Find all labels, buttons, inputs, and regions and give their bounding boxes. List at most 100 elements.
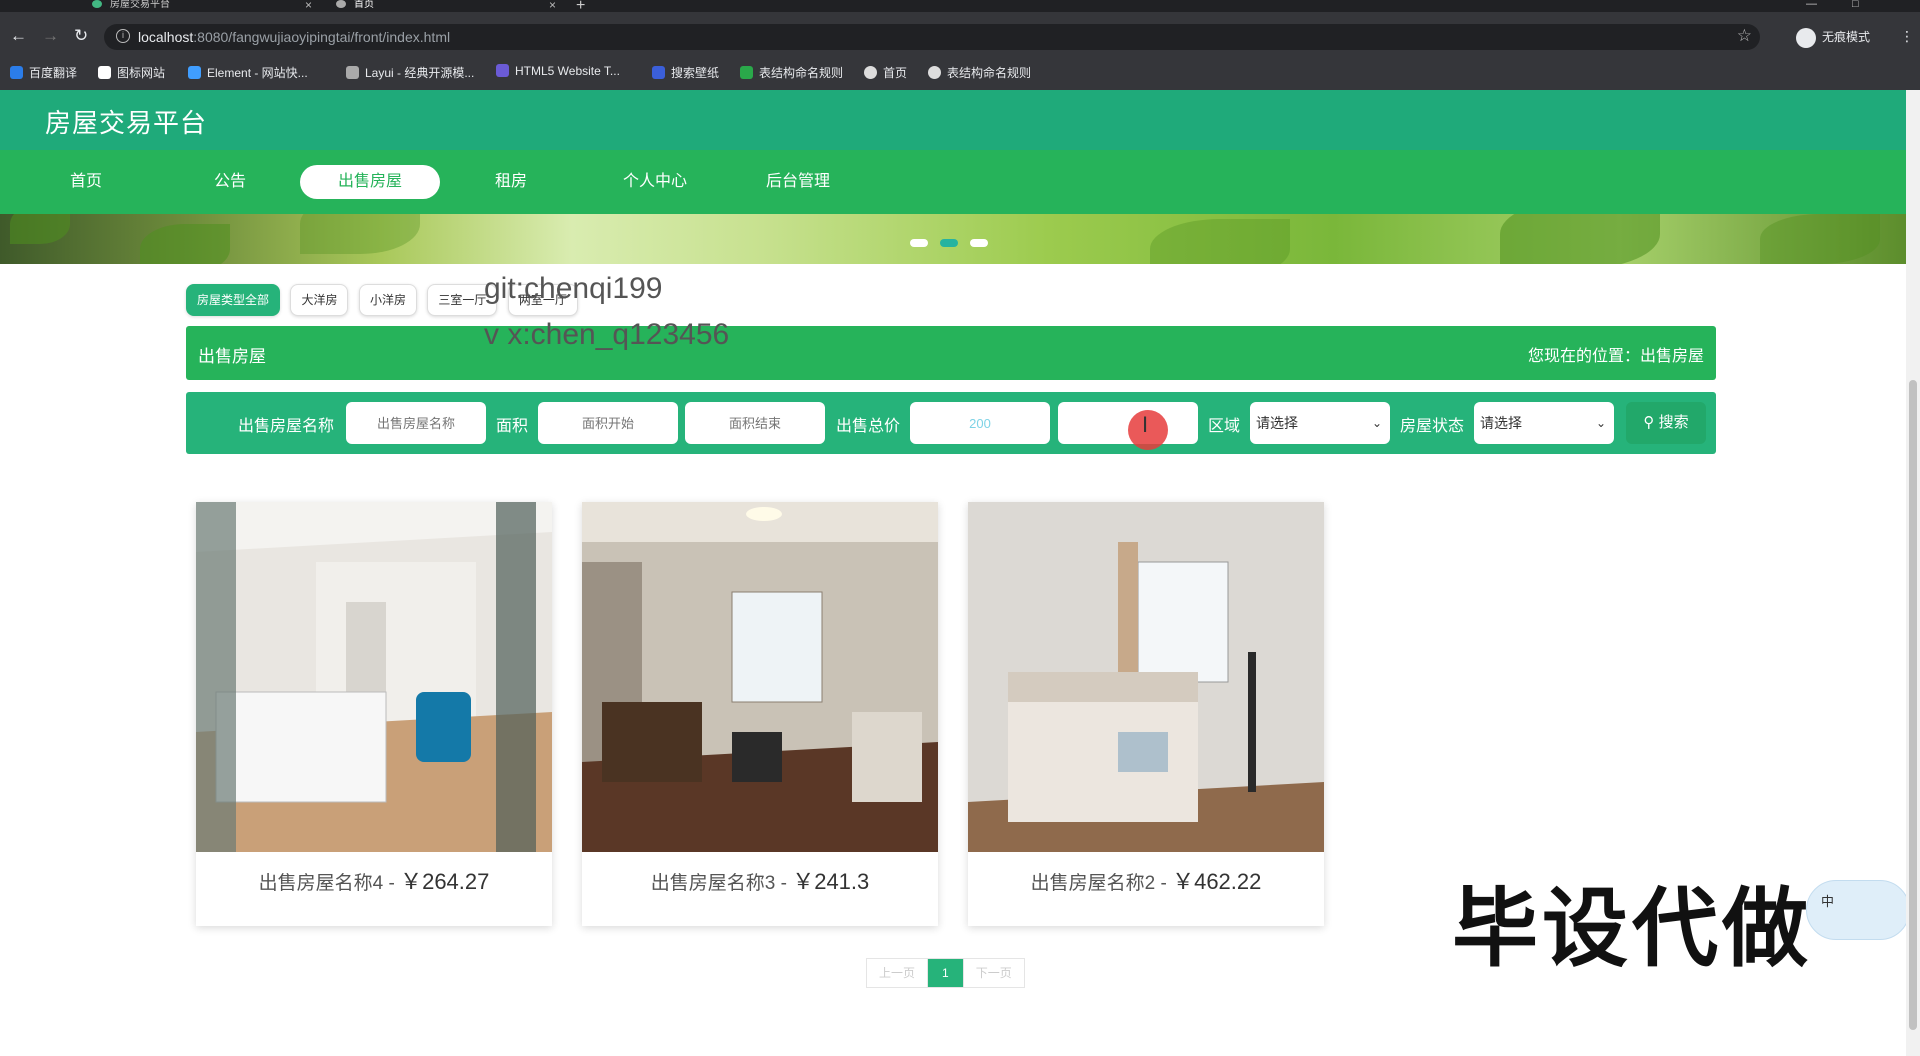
listing-card[interactable]: 出售房屋名称2 - ￥462.22 xyxy=(968,502,1324,926)
search-button[interactable]: ⚲ 搜索 xyxy=(1626,402,1706,444)
url-text[interactable]: localhost:8080/fangwujiaoyipingtai/front… xyxy=(138,29,450,45)
search-form: 出售房屋名称 面积 出售总价 区域 请选择 ⌄ 房屋状态 请选择 ⌄ ⚲ 搜索 xyxy=(186,392,1716,454)
type-item[interactable]: 大洋房 xyxy=(290,284,349,316)
status-label: 房屋状态 xyxy=(1400,418,1465,435)
reload-icon[interactable]: ↻ xyxy=(74,26,88,46)
site-logo[interactable]: 房屋交易平台 xyxy=(45,103,207,140)
bookmark-item[interactable]: 图标网站 xyxy=(98,64,165,81)
search-icon: ⚲ xyxy=(1643,414,1655,431)
listing-photo[interactable] xyxy=(582,502,938,852)
banner-leaf xyxy=(1500,214,1660,264)
wallpaper-icon xyxy=(652,66,665,79)
listing-caption[interactable]: 出售房屋名称2 - ￥462.22 xyxy=(968,864,1324,896)
banner-leaf xyxy=(140,224,230,264)
listing-caption[interactable]: 出售房屋名称3 - ￥241.3 xyxy=(582,864,938,896)
scrollbar-thumb[interactable] xyxy=(1909,380,1917,1030)
price-start-input[interactable] xyxy=(910,402,1050,444)
bookmark-item[interactable]: 首页 xyxy=(864,64,907,81)
prev-page-button[interactable]: 上一页 xyxy=(867,959,929,987)
bedroom-photo xyxy=(196,502,552,852)
bookmark-item[interactable]: 搜索壁纸 xyxy=(652,64,719,81)
area-start-input[interactable] xyxy=(538,402,678,444)
nav-notice[interactable]: 公告 xyxy=(160,165,300,199)
main-nav: 首页 公告 出售房屋 租房 个人中心 后台管理 xyxy=(0,150,1906,214)
web-page: 房屋交易平台 首页 公告 出售房屋 租房 个人中心 后台管理 房屋类型全部 大洋… xyxy=(0,90,1906,1056)
overlay-text: git:chenqi199 xyxy=(484,272,663,305)
globe-icon xyxy=(928,66,941,79)
nav-user-center[interactable]: 个人中心 xyxy=(585,165,725,199)
url-path: :8080/fangwujiaoyipingtai/front/index.ht… xyxy=(193,29,451,45)
house-name-input[interactable] xyxy=(346,402,486,444)
nav-admin[interactable]: 后台管理 xyxy=(728,165,868,199)
listing-name: 出售房屋名称4 xyxy=(258,873,384,894)
listing-card[interactable]: 出售房屋名称4 - ￥264.27 xyxy=(196,502,552,926)
address-bar[interactable]: i localhost:8080/fangwujiaoyipingtai/fro… xyxy=(104,24,1760,50)
text-cursor-icon: I xyxy=(1142,412,1149,437)
breadcrumb: 您现在的位置：出售房屋 xyxy=(1527,348,1704,365)
browser-tab-active[interactable]: 首页 × xyxy=(330,0,556,12)
site-info-icon[interactable]: i xyxy=(116,29,130,43)
bookmark-label: 首页 xyxy=(883,66,908,80)
close-tab-icon[interactable]: × xyxy=(305,0,312,11)
listing-photo[interactable] xyxy=(196,502,552,852)
nav-rent[interactable]: 租房 xyxy=(441,165,581,199)
bookmark-item[interactable]: 百度翻译 xyxy=(10,64,77,81)
pagination: 上一页 1 下一页 xyxy=(866,958,1025,988)
banner-leaf xyxy=(1760,214,1880,264)
bookmark-label: 表结构命名规则 xyxy=(947,66,1032,80)
listing-separator: - xyxy=(775,873,793,894)
browser-menu-icon[interactable]: ⋮ xyxy=(1900,28,1914,45)
ime-toolbar[interactable]: 中 xyxy=(1806,880,1906,940)
flag-icon xyxy=(98,66,111,79)
listing-photo[interactable] xyxy=(968,502,1324,852)
overlay-banner-text: 毕设代做 xyxy=(1452,881,1812,977)
minimize-icon[interactable]: — xyxy=(1806,0,1817,10)
bookmark-item[interactable]: Layui - 经典开源模... xyxy=(346,64,474,81)
bookmark-label: HTML5 Website T... xyxy=(515,64,620,78)
search-button-label: 搜索 xyxy=(1658,414,1689,431)
bookmark-star-icon[interactable]: ☆ xyxy=(1737,26,1752,46)
chevron-down-icon: ⌄ xyxy=(1371,416,1382,430)
listing-card[interactable]: 出售房屋名称3 - ￥241.3 xyxy=(582,502,938,926)
bookmarks-bar: 百度翻译 图标网站 Element - 网站快... Layui - 经典开源模… xyxy=(0,58,1920,90)
bookmark-item[interactable]: Element - 网站快... xyxy=(188,64,308,81)
page-scrollbar[interactable] xyxy=(1906,90,1920,1056)
listing-separator: - xyxy=(1155,873,1173,894)
area-end-input[interactable] xyxy=(685,402,825,444)
bookmark-item[interactable]: 表结构命名规则 xyxy=(928,64,1031,81)
url-host: localhost xyxy=(138,29,194,45)
page-1-button[interactable]: 1 xyxy=(928,959,964,987)
browser-tab-strip: 房屋交易平台 × 首页 × + — □ xyxy=(0,0,1920,14)
bookmark-label: 表结构命名规则 xyxy=(759,66,844,80)
browser-tab[interactable]: 房屋交易平台 × xyxy=(86,0,312,12)
price-label: 出售总价 xyxy=(836,418,901,435)
incognito-indicator[interactable]: 无痕模式 xyxy=(1796,28,1870,48)
bookmark-item[interactable]: 表结构命名规则 xyxy=(740,64,843,81)
banner-leaf xyxy=(1150,219,1290,264)
region-select-value: 请选择 xyxy=(1256,415,1298,431)
back-icon[interactable]: ← xyxy=(10,26,27,46)
nav-sale-houses[interactable]: 出售房屋 xyxy=(300,165,440,199)
bookmark-item[interactable]: HTML5 Website T... xyxy=(496,64,620,78)
html5-icon xyxy=(496,64,509,77)
type-all[interactable]: 房屋类型全部 xyxy=(186,284,281,316)
region-select[interactable]: 请选择 ⌄ xyxy=(1250,402,1390,444)
carousel-dot[interactable] xyxy=(910,239,928,247)
maximize-icon[interactable]: □ xyxy=(1852,0,1859,10)
carousel-dot[interactable] xyxy=(970,239,988,247)
type-item[interactable]: 小洋房 xyxy=(358,284,417,316)
overlay-text: v x:chen_q123456 xyxy=(484,318,730,351)
carousel-dot[interactable] xyxy=(940,239,958,247)
bookmark-label: 百度翻译 xyxy=(29,66,78,80)
status-select[interactable]: 请选择 ⌄ xyxy=(1474,402,1614,444)
listing-separator: - xyxy=(383,873,401,894)
forward-icon[interactable]: → xyxy=(42,26,59,46)
close-tab-icon[interactable]: × xyxy=(549,0,556,11)
bookmark-label: Element - 网站快... xyxy=(207,66,308,80)
banner-carousel[interactable] xyxy=(0,214,1906,264)
living-room-photo xyxy=(582,502,938,852)
listing-caption[interactable]: 出售房屋名称4 - ￥264.27 xyxy=(196,864,552,896)
next-page-button[interactable]: 下一页 xyxy=(964,959,1024,987)
nav-home[interactable]: 首页 xyxy=(16,165,156,199)
tab-title: 首页 xyxy=(354,0,374,10)
